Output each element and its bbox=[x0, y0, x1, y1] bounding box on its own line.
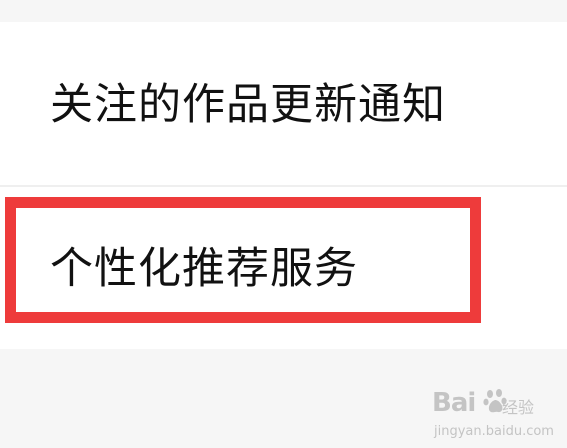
settings-item-label: 关注的作品更新通知 bbox=[50, 80, 446, 130]
baidu-logo: Bai bbox=[432, 388, 509, 418]
settings-item-label: 个性化推荐服务 bbox=[50, 244, 358, 294]
top-spacer bbox=[0, 0, 567, 22]
watermark-logo-text: Bai bbox=[432, 388, 476, 418]
settings-item-follow-updates[interactable]: 关注的作品更新通知 bbox=[0, 22, 567, 185]
watermark-url: jingyan.baidu.com bbox=[434, 424, 554, 439]
watermark-jingyan-text: 经验 bbox=[502, 398, 535, 417]
settings-item-personalized-recommendation[interactable]: 个性化推荐服务 bbox=[0, 187, 567, 349]
baidu-jingyan-watermark: Bai 经验 jingyan.baidu.com bbox=[432, 388, 560, 444]
